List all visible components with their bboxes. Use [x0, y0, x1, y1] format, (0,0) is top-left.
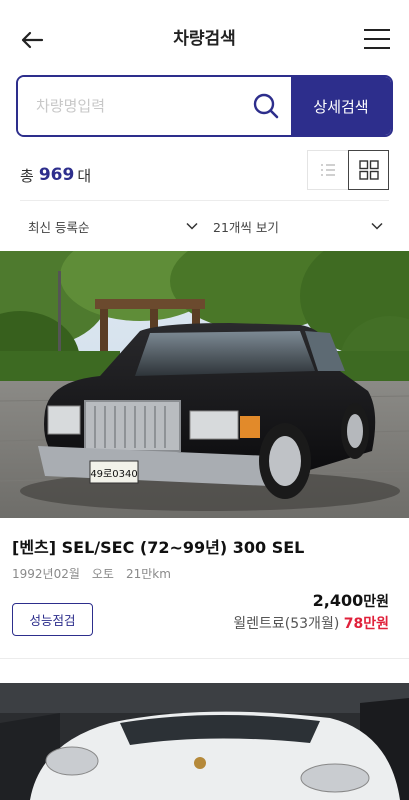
inspection-report-button[interactable]: 성능점검: [12, 603, 93, 636]
svg-text:49로0340: 49로0340: [90, 469, 137, 480]
listing-meta: 1992년02월 오토 21만km: [12, 565, 171, 582]
result-count-suffix: 대: [77, 166, 92, 185]
rent-label: 윌렌트료(53개월): [233, 616, 340, 632]
price-unit: 만원: [363, 594, 389, 610]
chevron-down-icon: [371, 222, 383, 230]
search-button[interactable]: [241, 77, 291, 135]
top-app-bar: 차량검색: [0, 0, 409, 76]
listing-transmission: 오토: [91, 567, 114, 581]
rent-value: 78만원: [343, 616, 389, 632]
list-view-button[interactable]: [307, 150, 348, 190]
price-value: 2,400: [312, 591, 364, 610]
divider: [0, 658, 409, 659]
page-title: 차량검색: [173, 29, 236, 49]
search-icon: [253, 93, 279, 119]
black-sedan-photo: 49로0340: [0, 251, 409, 518]
view-toggle: [307, 150, 389, 190]
listing-year: 1992년02월: [12, 567, 80, 581]
grid-view-button[interactable]: [348, 150, 389, 190]
sort-order-select[interactable]: 최신 등록순: [28, 201, 198, 251]
result-count-prefix: 총: [20, 166, 34, 185]
grid-view-icon: [358, 160, 379, 180]
per-page-value: 21개씩 보기: [213, 219, 279, 235]
listing-price: 2,400만원: [313, 591, 389, 611]
search-bar: 상세검색: [16, 75, 393, 137]
listing-photo[interactable]: 49로0340: [0, 251, 409, 518]
hamburger-menu-icon: [364, 29, 390, 49]
list-view-icon: [321, 164, 335, 176]
white-suv-photo: [0, 683, 409, 800]
chevron-down-icon: [186, 222, 198, 230]
search-input[interactable]: [18, 77, 241, 135]
result-count-number: 969: [38, 165, 75, 185]
rent-info: 윌렌트료(53개월) 78만원: [233, 613, 389, 633]
listing-title[interactable]: [벤츠] SEL/SEC (72~99년) 300 SEL: [12, 534, 304, 558]
per-page-select[interactable]: 21개씩 보기: [213, 201, 383, 251]
menu-button[interactable]: [363, 26, 391, 52]
result-count: 총 969 대: [20, 160, 91, 190]
listing-photo[interactable]: [0, 683, 409, 800]
detail-search-button[interactable]: 상세검색: [291, 77, 391, 135]
sort-order-value: 최신 등록순: [28, 219, 90, 235]
sort-bar: 최신 등록순 21개씩 보기: [0, 201, 409, 251]
listing-mileage: 21만km: [125, 567, 171, 581]
